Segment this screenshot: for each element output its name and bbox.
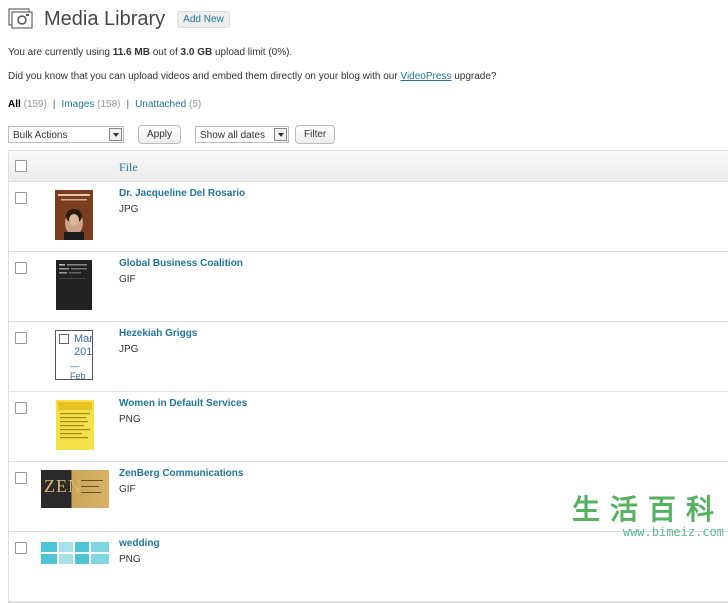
row-checkbox[interactable] — [15, 262, 27, 274]
media-thumbnail[interactable] — [56, 400, 94, 450]
videopress-link[interactable]: VideoPress — [400, 71, 451, 82]
media-type: JPG — [119, 344, 139, 355]
chevron-down-icon — [109, 127, 122, 141]
table-row: Mar 201 — Feb Hezekiah Griggs JPG — [9, 322, 728, 392]
chevron-down-icon — [274, 127, 288, 141]
add-new-button[interactable]: Add New — [177, 10, 230, 28]
filter-images[interactable]: Images (158) — [62, 99, 121, 110]
table-row: Dr. Jacqueline Del Rosario JPG — [9, 182, 728, 252]
media-type: GIF — [119, 274, 136, 285]
filter-button[interactable]: Filter — [295, 124, 336, 144]
media-type: GIF — [119, 484, 136, 495]
site-watermark: 生活百科 www.bimeiz.com — [571, 493, 724, 540]
media-title-link[interactable]: Dr. Jacqueline Del Rosario — [119, 188, 245, 199]
table-row: Global Business Coalition GIF — [9, 252, 728, 322]
media-title-link[interactable]: Global Business Coalition — [119, 258, 243, 269]
media-filter-links: All (159) | Images (158) | Unattached (5… — [8, 99, 202, 110]
select-all-checkbox[interactable] — [15, 160, 27, 172]
media-thumbnail[interactable] — [41, 540, 109, 564]
media-type: PNG — [119, 554, 141, 565]
file-column-header[interactable]: File — [119, 160, 138, 175]
row-checkbox[interactable] — [15, 472, 27, 484]
table-row: wedding PNG — [9, 532, 728, 602]
calendar-icon — [59, 334, 69, 344]
media-thumbnail[interactable] — [55, 190, 93, 240]
usage-limit: 3.0 GB — [180, 47, 213, 58]
row-checkbox[interactable] — [15, 542, 27, 554]
usage-used: 11.6 MB — [112, 47, 150, 58]
table-row: Women in Default Services PNG — [9, 392, 728, 462]
filter-unattached[interactable]: Unattached (5) — [135, 99, 201, 110]
videopress-notice: Did you know that you can upload videos … — [8, 71, 497, 82]
table-toolbar: Bulk Actions Apply Show all dates Filter — [8, 124, 336, 144]
table-header: File — [9, 151, 728, 182]
media-type: JPG — [119, 204, 139, 215]
media-title-link[interactable]: Hezekiah Griggs — [119, 328, 197, 339]
media-thumbnail[interactable]: Mar 201 — Feb — [55, 330, 93, 380]
media-title-link[interactable]: ZenBerg Communications — [119, 468, 243, 479]
media-thumbnail[interactable] — [56, 260, 92, 310]
media-camera-icon — [8, 7, 34, 31]
media-thumbnail[interactable]: ZEN — [41, 470, 109, 508]
bulk-actions-select[interactable]: Bulk Actions — [8, 125, 124, 143]
media-title-link[interactable]: wedding — [119, 538, 160, 549]
media-title-link[interactable]: Women in Default Services — [119, 398, 247, 409]
page-title: Media Library — [44, 7, 166, 30]
media-type: PNG — [119, 414, 141, 425]
filter-all[interactable]: All (159) — [8, 99, 47, 110]
row-checkbox[interactable] — [15, 332, 27, 344]
page-header: Media Library Add New — [8, 6, 230, 32]
upload-usage-text: You are currently using 11.6 MB out of 3… — [8, 47, 293, 58]
row-checkbox[interactable] — [15, 402, 27, 414]
row-checkbox[interactable] — [15, 192, 27, 204]
date-filter-select[interactable]: Show all dates — [195, 125, 290, 143]
apply-button[interactable]: Apply — [138, 124, 182, 144]
